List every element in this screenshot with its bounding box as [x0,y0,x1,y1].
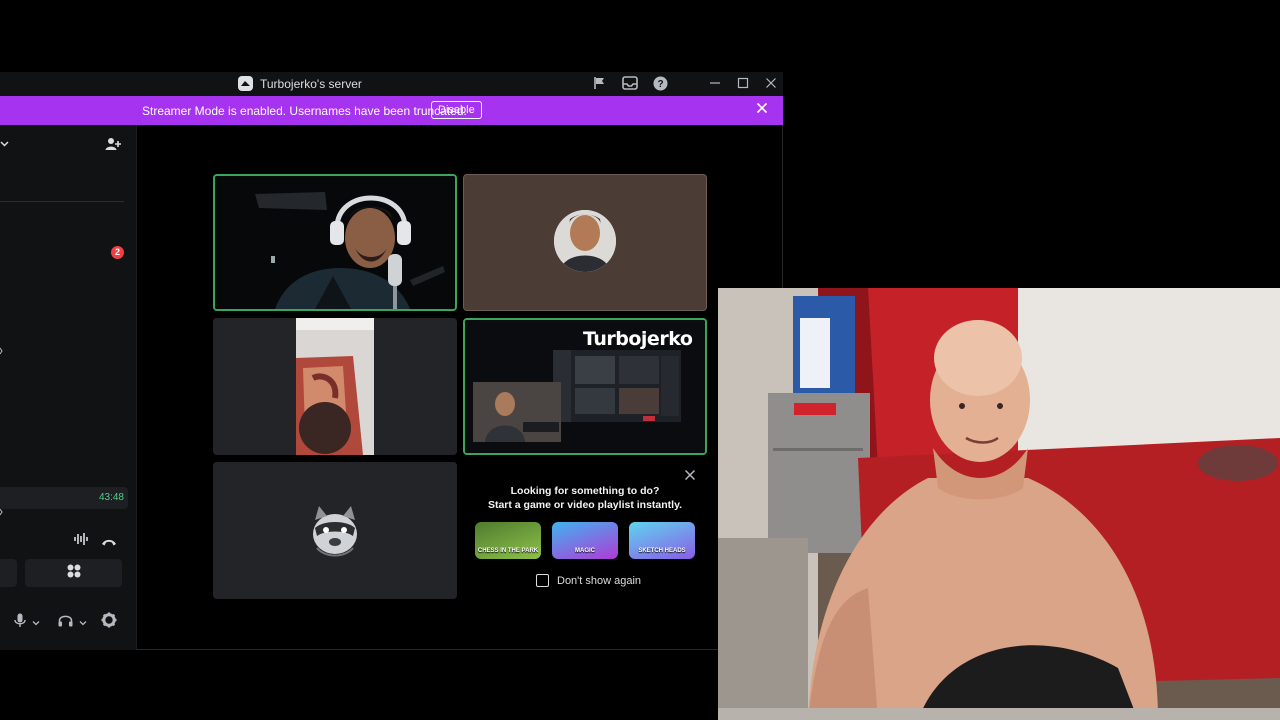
discord-window: Turbojerko's server ? Streamer Mode is e… [0,72,783,650]
activity-thumb-text: CHESS IN THE PARK [477,548,539,554]
inbox-icon[interactable] [622,75,638,91]
channel-sidebar: 2 43:48 [0,125,137,650]
webcam-feed [718,288,1280,720]
headset-icon [58,613,73,632]
help-icon[interactable]: ? [652,75,668,91]
activity-sketch-heads[interactable]: SKETCH HEADS [629,522,695,559]
participant-avatar [213,462,457,599]
truncated-channel-item[interactable] [0,347,3,355]
video-tile-avatar[interactable] [463,174,707,311]
activity-suggestion-panel: Looking for something to do? Start a gam… [463,462,707,599]
activity-suggestion-title: Looking for something to do? Start a gam… [463,484,707,512]
streamer-mode-banner: Streamer Mode is enabled. Usernames have… [0,96,783,125]
video-button[interactable] [0,559,17,587]
voice-connected-row[interactable]: 43:48 [0,487,128,509]
disable-streamer-mode-button[interactable]: Disable [431,101,482,119]
banner-message: Streamer Mode is enabled. Usernames have… [142,104,467,118]
activity-title-line: Looking for something to do? [510,485,660,497]
video-tile-raccoon-avatar[interactable] [213,462,457,599]
activity-thumb-text: SKETCH HEADS [638,548,686,554]
truncated-channel-item[interactable] [0,508,3,516]
participant-video [215,176,455,309]
activities-button[interactable] [25,559,122,587]
notification-badge: 2 [111,246,124,259]
title-bar: Turbojerko's server ? [0,72,783,96]
screen: Turbojerko's server ? Streamer Mode is e… [0,0,1280,720]
streamer-webcam-overlay [718,288,1280,720]
add-user-icon[interactable] [105,136,121,157]
flag-icon[interactable] [592,75,608,91]
dont-show-again-checkbox[interactable] [536,574,549,587]
dont-show-again-label: Don't show again [557,574,642,587]
activity-chess-in-the-park[interactable]: CHESS IN THE PARK [475,522,541,559]
banner-close-icon[interactable] [754,102,770,118]
dont-show-again-option[interactable]: Don't show again [536,574,641,587]
gear-icon[interactable] [101,612,117,633]
activity-title-line: Start a game or video playlist instantly… [487,499,683,511]
activity-thumb-text: MAGIC [575,548,595,554]
sidebar-divider [0,201,124,202]
video-tile-portrait-camera[interactable] [213,318,457,455]
stream-overlay-label: Turbojerko [583,328,693,350]
chevron-down-icon[interactable] [0,137,9,151]
server-icon [238,76,253,91]
deafen-button[interactable] [58,613,87,632]
hangup-icon[interactable] [101,534,117,552]
window-title: Turbojerko's server [260,76,362,91]
minimize-icon[interactable] [706,75,724,93]
microphone-icon [14,613,26,633]
video-tile-stream[interactable]: Turbojerko [463,318,707,455]
participant-video [213,318,457,455]
activities-icon [67,564,81,583]
activity-magic[interactable]: MAGIC [552,522,618,559]
svg-text:?: ? [657,79,663,90]
window-title-group: Turbojerko's server [238,76,362,91]
soundwave-icon[interactable] [73,532,89,551]
close-icon[interactable] [762,75,780,93]
title-toolbar: ? [592,75,668,91]
chevron-down-icon[interactable] [32,614,40,632]
chevron-down-icon[interactable] [79,614,87,632]
participant-avatar [464,175,706,310]
maximize-icon[interactable] [734,75,752,93]
window-controls [706,75,780,93]
mute-button[interactable] [14,613,40,633]
call-timer: 43:48 [98,492,124,503]
video-tile-singer[interactable] [213,174,457,311]
